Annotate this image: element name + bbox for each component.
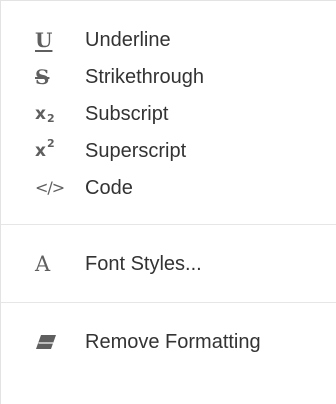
- menu-section-text-styles: U Underline S Strikethrough x2 Subscript…: [1, 1, 336, 224]
- menu-item-remove-formatting[interactable]: Remove Formatting: [1, 323, 336, 360]
- subscript-icon: x2: [35, 102, 63, 126]
- menu-item-label: Font Styles...: [85, 252, 202, 275]
- subscript-icon-mark: 2: [46, 112, 55, 125]
- superscript-icon-mark: 2: [46, 137, 55, 150]
- format-menu: U Underline S Strikethrough x2 Subscript…: [0, 0, 336, 404]
- eraser-icon: [35, 330, 63, 354]
- superscript-icon: x2: [35, 137, 63, 163]
- menu-section-font: A Font Styles...: [1, 225, 336, 302]
- menu-item-subscript[interactable]: x2 Subscript: [1, 95, 336, 132]
- menu-item-strikethrough[interactable]: S Strikethrough: [1, 58, 336, 95]
- menu-item-underline[interactable]: U Underline: [1, 21, 336, 58]
- menu-item-label: Remove Formatting: [85, 330, 261, 353]
- menu-item-font-styles[interactable]: A Font Styles...: [1, 245, 336, 282]
- menu-item-label: Underline: [85, 28, 171, 51]
- code-icon: </>: [35, 178, 65, 197]
- menu-item-label: Code: [85, 176, 133, 199]
- strikethrough-icon: S: [35, 64, 50, 89]
- menu-item-label: Superscript: [85, 139, 187, 162]
- menu-item-superscript[interactable]: x2 Superscript: [1, 132, 336, 169]
- font-styles-icon: A: [35, 251, 51, 276]
- superscript-icon-base: x: [35, 140, 46, 161]
- menu-item-code[interactable]: </> Code: [1, 169, 336, 206]
- eraser-icon-graphic: [36, 334, 56, 349]
- underline-icon: U: [35, 27, 53, 52]
- menu-section-clear: Remove Formatting: [1, 303, 336, 360]
- menu-item-label: Subscript: [85, 102, 169, 125]
- menu-item-label: Strikethrough: [85, 65, 204, 88]
- subscript-icon-base: x: [35, 103, 46, 124]
